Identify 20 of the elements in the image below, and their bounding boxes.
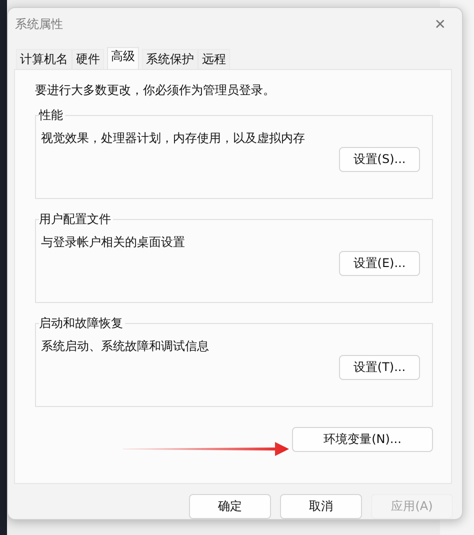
tab[interactable]: 硬件 <box>72 49 104 70</box>
settings-button[interactable]: 设置(S)... <box>339 147 420 172</box>
group-title: 用户配置文件 <box>39 211 112 228</box>
dialog-button[interactable]: 确定 <box>189 494 271 519</box>
settings-button[interactable]: 设置(E)... <box>339 251 420 276</box>
window-title: 系统属性 <box>15 16 63 34</box>
close-button[interactable]: ✕ <box>428 14 452 35</box>
group-title: 性能 <box>39 107 64 124</box>
settings-button[interactable]: 设置(T)... <box>339 355 420 380</box>
group-description: 与登录帐户相关的桌面设置 <box>41 234 186 252</box>
group-description: 系统启动、系统故障和调试信息 <box>41 338 210 356</box>
admin-notice: 要进行大多数更改，你必须作为管理员登录。 <box>35 82 276 100</box>
tab[interactable]: 计算机名 <box>16 49 72 70</box>
group-title: 启动和故障恢复 <box>39 315 124 332</box>
group-description: 视觉效果，处理器计划，内存使用，以及虚拟内存 <box>41 130 306 148</box>
tab[interactable]: 高级 <box>107 47 139 70</box>
dialog-button[interactable]: 取消 <box>280 494 362 519</box>
tab[interactable]: 远程 <box>198 49 230 70</box>
tab[interactable]: 系统保护 <box>142 49 198 70</box>
environment-variables-button[interactable]: 环境变量(N)... <box>292 427 433 452</box>
